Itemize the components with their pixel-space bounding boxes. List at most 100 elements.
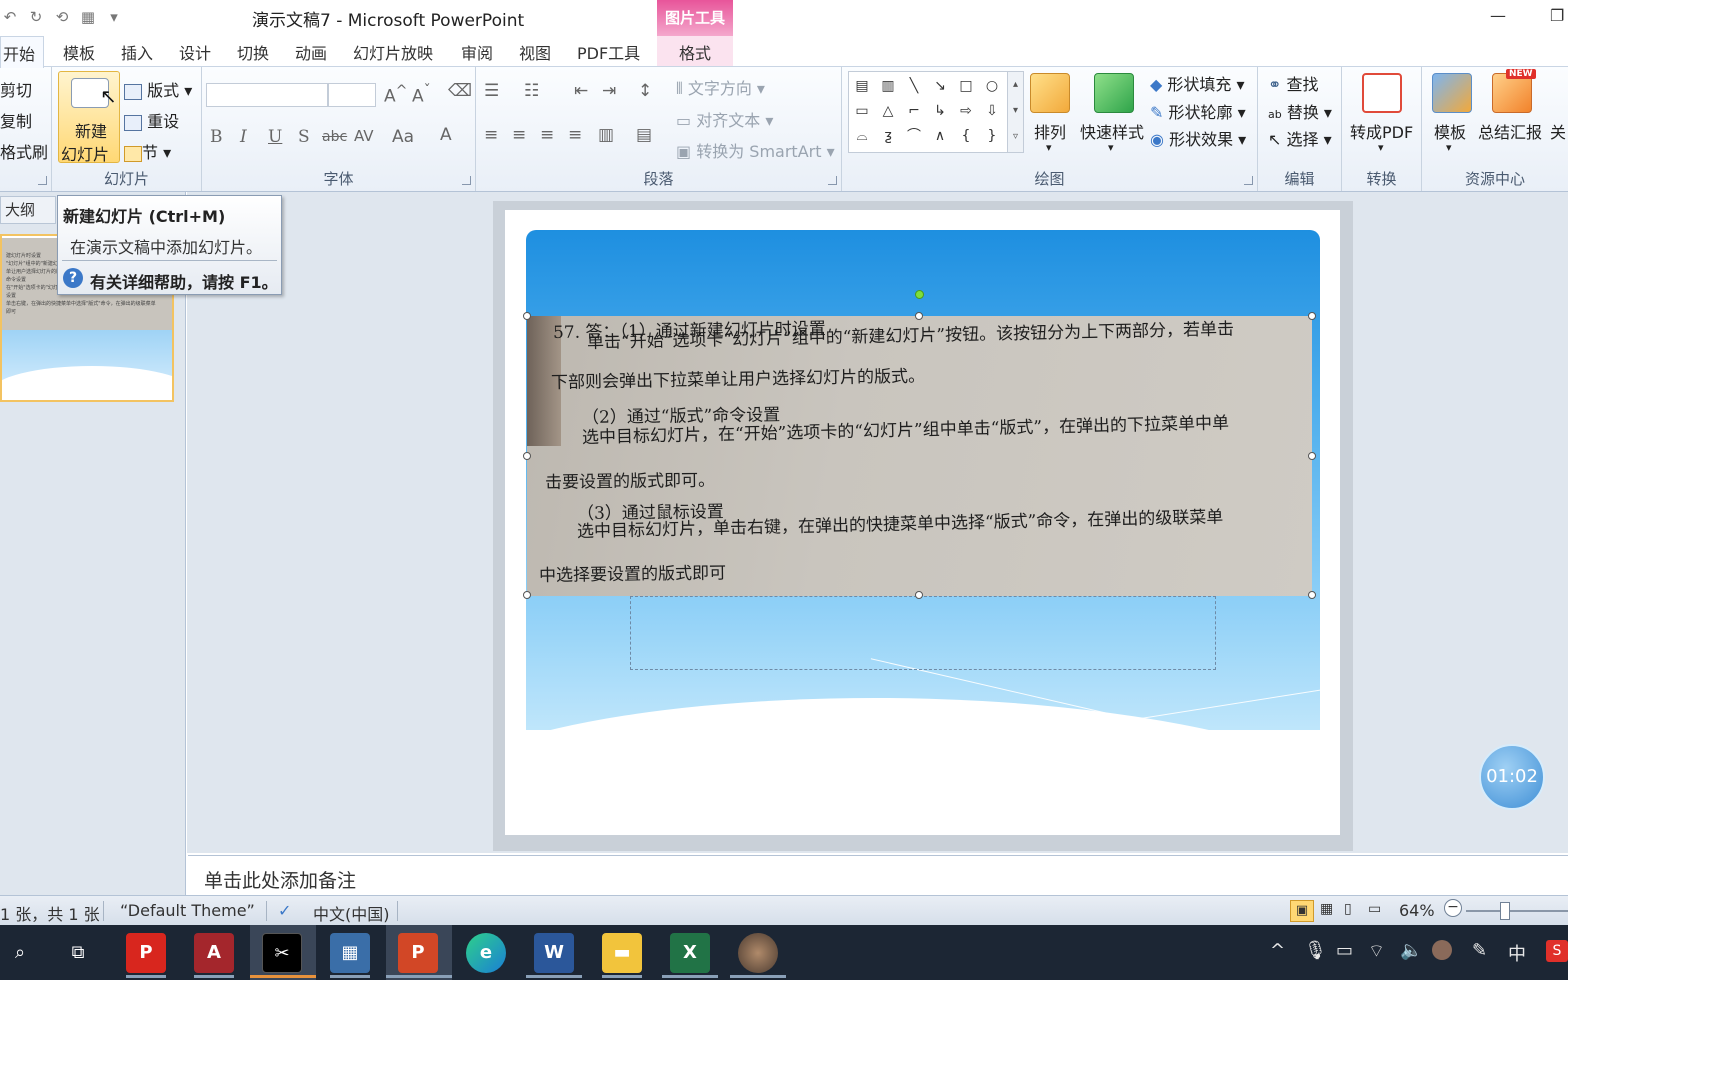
edge-icon[interactable]: e <box>466 933 506 973</box>
font-launcher-icon[interactable] <box>462 176 471 185</box>
task-view-icon[interactable]: ⧉ <box>58 933 98 973</box>
account-avatar-icon[interactable] <box>1432 940 1452 960</box>
convert-to-pdf-button[interactable]: 转成PDF <box>1350 119 1413 143</box>
resize-handle-se[interactable] <box>1308 591 1316 599</box>
explorer-icon[interactable]: ▬ <box>602 933 642 973</box>
zoom-out-icon[interactable]: − <box>1444 899 1462 917</box>
about-button[interactable]: 关 <box>1550 119 1566 143</box>
access-icon[interactable]: A <box>194 933 234 973</box>
shrink-font-icon[interactable]: Aˇ <box>412 83 431 107</box>
customize-qat-icon[interactable]: ▾ <box>104 8 124 26</box>
shadow-button[interactable]: S <box>298 127 310 147</box>
zoom-level[interactable]: 64% <box>1399 901 1435 920</box>
replace-button[interactable]: ab 替换 ▾ <box>1268 99 1332 123</box>
line-shape-icon[interactable]: ╲ <box>903 76 925 96</box>
resize-handle-s[interactable] <box>915 591 923 599</box>
font-size-combo[interactable] <box>328 83 376 107</box>
triangle-shape-icon[interactable]: △ <box>877 101 899 121</box>
quick-styles-button[interactable]: 快速样式 <box>1080 119 1144 143</box>
bold-button[interactable]: B <box>210 127 223 147</box>
shape-outline-button[interactable]: ✎ 形状轮廓 ▾ <box>1150 99 1246 123</box>
user-photo-icon[interactable] <box>738 933 778 973</box>
slide-sorter-view-icon[interactable]: ▦ <box>1320 901 1333 917</box>
tab-home[interactable]: 开始 <box>0 36 45 68</box>
normal-view-icon[interactable]: ▣ <box>1290 900 1314 922</box>
strikethrough-button[interactable]: abc <box>322 129 347 145</box>
tray-expand-icon[interactable]: ^ <box>1270 940 1285 961</box>
resize-handle-w[interactable] <box>523 452 531 460</box>
curve-shape-icon[interactable]: ∧ <box>929 126 951 146</box>
calculator-icon[interactable]: ▦ <box>330 933 370 973</box>
align-left-icon[interactable]: ≡ <box>484 125 498 145</box>
text-direction-button[interactable]: ⫴ 文字方向 ▾ <box>676 75 765 99</box>
pen-icon[interactable]: ✎ <box>1472 940 1487 961</box>
wps-pdf-icon[interactable]: P <box>126 933 166 973</box>
ime-indicator[interactable]: 中 <box>1508 940 1526 966</box>
oval-shape-icon[interactable]: ○ <box>981 76 1003 96</box>
shape-fill-button[interactable]: ◆ 形状填充 ▾ <box>1150 71 1245 95</box>
wps-tray-icon[interactable]: S <box>1546 940 1568 962</box>
battery-icon[interactable]: ▭ <box>1336 940 1353 961</box>
save-icon[interactable]: ▦ <box>78 8 98 26</box>
tab-insert[interactable]: 插入 <box>121 40 153 64</box>
textbox-shape-icon[interactable]: ▤ <box>851 76 873 96</box>
underline-button[interactable]: U <box>268 127 282 147</box>
reset-button[interactable]: 重设 <box>124 108 179 132</box>
template-dropdown-icon[interactable]: ▾ <box>1446 141 1452 154</box>
justify-icon[interactable]: ≡ <box>568 125 582 145</box>
scribble-shape-icon[interactable]: ƺ <box>877 126 899 146</box>
align-text-button[interactable]: ▭ 对齐文本 ▾ <box>676 107 773 131</box>
distributed-icon[interactable]: ▥ <box>598 125 614 145</box>
capcut-icon[interactable]: ✂ <box>262 933 302 973</box>
clear-format-icon[interactable]: ⌫ <box>448 81 472 101</box>
tab-templates[interactable]: 模板 <box>63 40 95 64</box>
tab-pdf-tools[interactable]: PDF工具 <box>577 40 640 64</box>
wifi-icon[interactable]: ⌔ <box>1368 940 1385 963</box>
search-icon[interactable]: ⌕ <box>0 933 40 973</box>
vertical-textbox-shape-icon[interactable]: ▥ <box>877 76 899 96</box>
zoom-slider[interactable] <box>1466 910 1568 912</box>
change-case-button[interactable]: Aa <box>392 127 414 147</box>
excel-icon[interactable]: X <box>670 933 710 973</box>
rounded-rect-shape-icon[interactable]: ▭ <box>851 101 873 121</box>
resize-handle-sw[interactable] <box>523 591 531 599</box>
right-brace-shape-icon[interactable]: } <box>981 126 1003 146</box>
slideshow-view-icon[interactable]: ▭ <box>1368 901 1381 917</box>
shape-effects-button[interactable]: ◉ 形状效果 ▾ <box>1150 126 1246 150</box>
align-right-icon[interactable]: ≡ <box>540 125 554 145</box>
restore-icon[interactable]: ❐ <box>1550 6 1564 25</box>
right-arrow-shape-icon[interactable]: ⇨ <box>955 101 977 121</box>
layout-button[interactable]: 版式 ▾ <box>124 77 192 101</box>
theme-name[interactable]: “Default Theme” <box>120 901 255 920</box>
align-center-icon[interactable]: ≡ <box>512 125 526 145</box>
resize-handle-n[interactable] <box>915 312 923 320</box>
notes-pane[interactable]: 单击此处添加备注 <box>188 855 1568 895</box>
cut-button[interactable]: 剪切 <box>0 77 32 101</box>
char-spacing-button[interactable]: AV <box>354 127 374 145</box>
word-icon[interactable]: W <box>534 933 574 973</box>
font-name-combo[interactable] <box>206 83 328 107</box>
recording-timer[interactable]: 01:02 <box>1479 744 1545 810</box>
resize-handle-nw[interactable] <box>523 312 531 320</box>
smartart-button[interactable]: ▣ 转换为 SmartArt ▾ <box>676 138 835 162</box>
repeat-icon[interactable]: ⟲ <box>52 8 72 26</box>
arrange-dropdown-icon[interactable]: ▾ <box>1046 141 1052 154</box>
rectangle-shape-icon[interactable]: □ <box>955 76 977 96</box>
tab-slideshow[interactable]: 幻灯片放映 <box>353 40 433 64</box>
shapes-gallery-scroll[interactable]: ▴ ▾ ▿ <box>1007 72 1023 152</box>
grow-font-icon[interactable]: A^ <box>384 83 408 107</box>
subtitle-placeholder[interactable] <box>630 596 1216 670</box>
italic-button[interactable]: I <box>240 127 247 147</box>
summary-report-button[interactable]: 总结汇报 <box>1478 119 1542 143</box>
down-arrow-shape-icon[interactable]: ⇩ <box>981 101 1003 121</box>
volume-icon[interactable]: 🔈 <box>1400 940 1422 961</box>
columns-icon[interactable]: ▤ <box>636 125 652 145</box>
convert-dropdown-icon[interactable]: ▾ <box>1378 141 1384 154</box>
numbering-icon[interactable]: ☷ <box>524 81 539 101</box>
tab-review[interactable]: 审阅 <box>461 40 493 64</box>
drawing-launcher-icon[interactable] <box>1244 176 1253 185</box>
line-spacing-icon[interactable]: ↕ <box>638 81 652 101</box>
freeform-shape-icon[interactable]: ⌓ <box>851 126 873 146</box>
section-button[interactable]: 节 ▾ <box>124 139 171 163</box>
clipboard-launcher-icon[interactable] <box>38 176 47 185</box>
